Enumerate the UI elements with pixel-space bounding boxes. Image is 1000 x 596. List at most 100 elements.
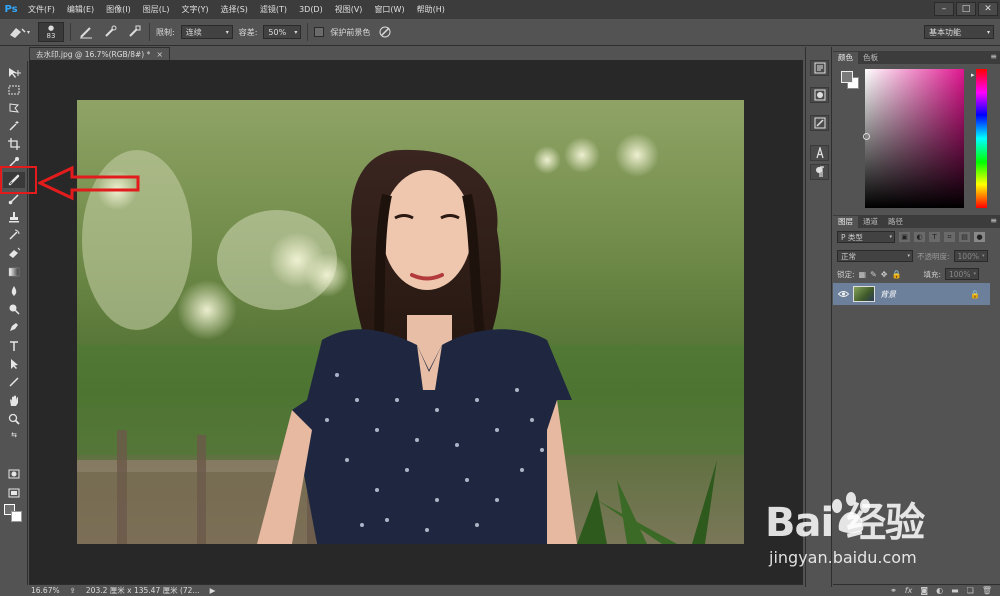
color-foreground-swatch[interactable] <box>841 71 853 83</box>
dodge-tool-icon[interactable] <box>3 301 25 317</box>
tab-color[interactable]: 颜色 <box>833 52 858 64</box>
menu-help[interactable]: 帮助(H) <box>411 4 451 15</box>
zoom-level[interactable]: 16.67% <box>31 586 60 595</box>
close-button[interactable]: ✕ <box>978 2 998 16</box>
add-mask-icon[interactable]: ◙ <box>920 586 928 595</box>
opacity-input[interactable]: 100% ▾ <box>953 250 988 262</box>
menu-select[interactable]: 选择(S) <box>215 4 254 15</box>
marquee-tool-icon[interactable] <box>3 82 25 98</box>
move-tool-icon[interactable] <box>3 65 25 81</box>
document-tab[interactable]: 去水印.jpg @ 16.7%(RGB/8#) * × <box>29 47 171 60</box>
lock-all-icon[interactable]: 🔒 <box>892 270 902 279</box>
screen-mode-icon[interactable] <box>3 485 25 501</box>
layer-name[interactable]: 背景 <box>880 289 896 300</box>
quick-selection-tool-icon[interactable] <box>3 118 25 134</box>
link-layers-icon[interactable]: ⚭ <box>890 586 897 595</box>
menu-edit[interactable]: 编辑(E) <box>61 4 100 15</box>
photo-canvas[interactable] <box>77 100 744 544</box>
workspace-select[interactable]: 基本功能 ▾ <box>924 25 994 39</box>
menu-layer[interactable]: 图层(L) <box>137 4 176 15</box>
new-adjustment-icon[interactable]: ◐ <box>936 586 943 595</box>
tab-layers[interactable]: 图层 <box>833 216 858 228</box>
type-tool-icon[interactable] <box>3 338 25 354</box>
filter-shape-icon[interactable]: ⌗ <box>944 232 955 242</box>
maximize-button[interactable]: □ <box>956 2 976 16</box>
pressure-size-icon[interactable] <box>376 23 394 41</box>
tool-preset-picker[interactable]: ▾ <box>6 22 32 42</box>
lock-transparent-icon[interactable]: ▦ <box>859 270 867 279</box>
brush-preset-picker[interactable]: ● 83 <box>38 22 64 42</box>
eraser-mode-icon[interactable] <box>77 23 95 41</box>
eye-icon[interactable] <box>833 290 853 298</box>
filter-adjustment-icon[interactable]: ◐ <box>914 232 925 242</box>
layer-style-icon[interactable]: fx <box>905 586 913 595</box>
zoom-tool-icon[interactable] <box>3 411 25 427</box>
canvas-area[interactable] <box>29 60 803 584</box>
tab-swatches[interactable]: 色板 <box>858 52 883 64</box>
new-layer-icon[interactable]: ❏ <box>967 586 974 595</box>
blur-tool-icon[interactable] <box>3 283 25 299</box>
eraser-tool-icon[interactable] <box>3 245 25 261</box>
filter-smart-icon[interactable]: ▤ <box>959 232 970 242</box>
adjustments-panel-icon[interactable] <box>810 87 829 103</box>
panel-menu-icon[interactable]: ≡ <box>990 216 997 225</box>
paw-icon <box>832 492 870 533</box>
hue-marker-icon[interactable]: ▸ <box>971 71 975 79</box>
quick-mask-icon[interactable] <box>3 466 25 482</box>
clone-stamp-tool-icon[interactable] <box>3 209 25 225</box>
share-icon[interactable]: ⇪ <box>70 586 76 595</box>
lasso-tool-icon[interactable] <box>3 100 25 116</box>
menu-3d[interactable]: 3D(D) <box>293 5 329 14</box>
blend-mode-select[interactable]: 正常 ▾ <box>837 250 913 262</box>
lock-position-icon[interactable]: ✥ <box>881 270 888 279</box>
filter-pixel-icon[interactable]: ▣ <box>899 232 910 242</box>
menu-type[interactable]: 文字(Y) <box>175 4 214 15</box>
status-menu-arrow-icon[interactable]: ▶ <box>210 586 216 595</box>
history-brush-tool-icon[interactable] <box>3 227 25 243</box>
swap-colors-icon[interactable]: ⇆ <box>3 430 25 440</box>
panel-menu-icon[interactable]: ≡ <box>990 52 997 61</box>
crop-tool-icon[interactable] <box>3 136 25 152</box>
hand-tool-icon[interactable] <box>3 393 25 409</box>
hue-slider[interactable] <box>976 69 987 208</box>
separator <box>149 23 150 41</box>
menu-view[interactable]: 视图(V) <box>329 4 369 15</box>
color-saturation-field[interactable] <box>865 69 964 208</box>
fill-input[interactable]: 100% ▾ <box>945 268 979 280</box>
sampling-continuous-icon[interactable] <box>101 23 119 41</box>
path-selection-tool-icon[interactable] <box>3 356 25 372</box>
menu-file[interactable]: 文件(F) <box>22 4 61 15</box>
blend-row: 正常 ▾ 不透明度: 100% ▾ <box>837 250 988 262</box>
separator <box>307 23 309 41</box>
paragraph-panel-icon[interactable] <box>810 164 829 180</box>
layer-row-background[interactable]: 背景 🔒 <box>833 283 990 305</box>
tab-channels[interactable]: 通道 <box>858 216 883 228</box>
protect-foreground-checkbox[interactable] <box>314 27 325 37</box>
background-color-swatch[interactable] <box>11 511 22 522</box>
brush-panel-icon[interactable] <box>810 115 829 131</box>
new-group-icon[interactable]: ▬ <box>951 586 959 595</box>
chevron-down-icon: ▾ <box>982 253 985 259</box>
filter-type-icon[interactable]: T <box>929 232 940 242</box>
sampling-once-icon[interactable] <box>125 23 143 41</box>
tab-paths[interactable]: 路径 <box>883 216 908 228</box>
filter-toggle-icon[interactable]: ● <box>974 232 985 242</box>
menu-image[interactable]: 图像(I) <box>100 4 137 15</box>
minimize-button[interactable]: – <box>934 2 954 16</box>
layer-kind-filter[interactable]: P 类型 ▾ <box>837 231 895 243</box>
chevron-down-icon: ▾ <box>973 271 976 277</box>
history-panel-icon[interactable] <box>810 60 829 76</box>
tolerance-label: 容差: <box>238 27 258 37</box>
pen-tool-icon[interactable] <box>3 319 25 335</box>
tolerance-input[interactable]: 50% ▾ <box>263 25 302 39</box>
lock-pixels-icon[interactable]: ✎ <box>870 270 877 279</box>
gradient-tool-icon[interactable] <box>3 264 25 280</box>
menu-filter[interactable]: 滤镜(T) <box>254 4 293 15</box>
limit-select[interactable]: 连续 ▾ <box>180 25 233 39</box>
menu-window[interactable]: 窗口(W) <box>368 4 410 15</box>
line-tool-icon[interactable] <box>3 374 25 390</box>
character-panel-icon[interactable] <box>810 145 829 161</box>
delete-layer-icon[interactable]: 🗑 <box>982 586 992 595</box>
color-picker-marker[interactable] <box>863 133 870 140</box>
close-icon[interactable]: × <box>156 50 163 59</box>
